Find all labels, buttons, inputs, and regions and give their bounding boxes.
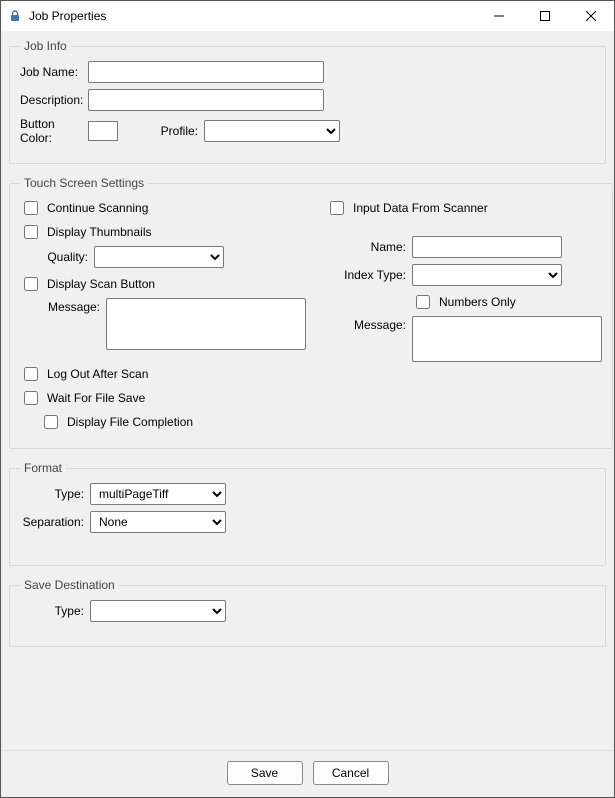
display-file-completion-checkbox[interactable]: Display File Completion — [40, 412, 306, 432]
button-color-picker[interactable] — [88, 121, 118, 141]
scan-message-label: Message: — [40, 298, 100, 314]
touch-left-col: Continue Scanning Display Thumbnails Qua… — [20, 198, 306, 436]
separation-label: Separation: — [20, 515, 84, 529]
save-type-select[interactable] — [90, 600, 226, 622]
button-color-label: Button Color: — [20, 117, 88, 145]
name-input[interactable] — [412, 236, 562, 258]
window-title: Job Properties — [29, 9, 476, 23]
separation-select[interactable]: None — [90, 511, 226, 533]
index-type-select[interactable] — [412, 264, 562, 286]
job-name-label: Job Name: — [20, 65, 88, 79]
display-thumbnails-checkbox[interactable]: Display Thumbnails — [20, 222, 306, 242]
format-type-select[interactable]: multiPageTiff — [90, 483, 226, 505]
job-name-input[interactable] — [88, 61, 324, 83]
numbers-only-label: Numbers Only — [439, 295, 516, 309]
input-message-label: Message: — [326, 316, 406, 332]
profile-select[interactable] — [204, 120, 340, 142]
cancel-button[interactable]: Cancel — [313, 761, 389, 785]
index-type-label: Index Type: — [326, 268, 406, 282]
wait-for-file-save-checkbox[interactable]: Wait For File Save — [20, 388, 306, 408]
quality-select[interactable] — [94, 246, 224, 268]
numbers-only-checkbox[interactable]: Numbers Only — [412, 292, 602, 312]
touch-screen-group: Touch Screen Settings Continue Scanning … — [9, 176, 613, 449]
display-file-completion-label: Display File Completion — [67, 415, 193, 429]
touch-right-col: Input Data From Scanner Name: Index Type… — [326, 198, 602, 436]
save-destination-legend: Save Destination — [20, 578, 119, 592]
format-group: Format Type: multiPageTiff Separation: N… — [9, 461, 606, 566]
name-label: Name: — [326, 240, 406, 254]
touch-screen-legend: Touch Screen Settings — [20, 176, 148, 190]
format-legend: Format — [20, 461, 66, 475]
quality-label: Quality: — [40, 250, 88, 264]
description-label: Description: — [20, 93, 88, 107]
save-button[interactable]: Save — [227, 761, 303, 785]
close-button[interactable] — [568, 1, 614, 31]
save-type-label: Type: — [20, 604, 84, 618]
log-out-after-scan-label: Log Out After Scan — [47, 367, 148, 381]
save-destination-group: Save Destination Type: — [9, 578, 606, 647]
job-info-group: Job Info Job Name: Description: Button C… — [9, 39, 606, 164]
continue-scanning-checkbox[interactable]: Continue Scanning — [20, 198, 306, 218]
display-thumbnails-label: Display Thumbnails — [47, 225, 152, 239]
minimize-button[interactable] — [476, 1, 522, 31]
display-scan-button-label: Display Scan Button — [47, 277, 155, 291]
continue-scanning-label: Continue Scanning — [47, 201, 148, 215]
input-message-textarea[interactable] — [412, 316, 602, 362]
window-lock-icon — [7, 8, 23, 24]
footer: Save Cancel — [1, 750, 614, 797]
window-buttons — [476, 1, 614, 31]
maximize-button[interactable] — [522, 1, 568, 31]
display-scan-button-checkbox[interactable]: Display Scan Button — [20, 274, 306, 294]
input-data-from-scanner-checkbox[interactable]: Input Data From Scanner — [326, 198, 602, 218]
titlebar: Job Properties — [1, 1, 614, 31]
scan-message-textarea[interactable] — [106, 298, 306, 350]
job-info-legend: Job Info — [20, 39, 71, 53]
log-out-after-scan-checkbox[interactable]: Log Out After Scan — [20, 364, 306, 384]
description-input[interactable] — [88, 89, 324, 111]
input-data-from-scanner-label: Input Data From Scanner — [353, 201, 488, 215]
wait-for-file-save-label: Wait For File Save — [47, 391, 145, 405]
format-type-label: Type: — [20, 487, 84, 501]
profile-label: Profile: — [138, 124, 198, 138]
client-area: Job Info Job Name: Description: Button C… — [1, 31, 614, 750]
